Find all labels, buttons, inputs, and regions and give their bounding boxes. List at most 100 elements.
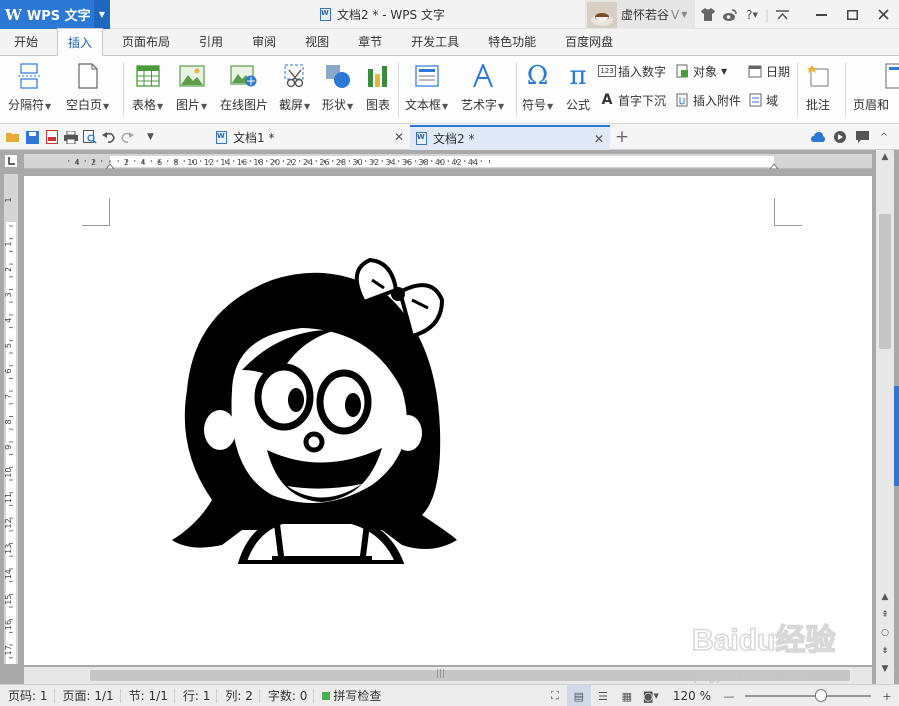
- drop-cap-button[interactable]: A 首字下沉: [599, 90, 666, 110]
- tab-stop-selector[interactable]: [4, 154, 18, 168]
- field-button[interactable]: 域: [747, 90, 778, 110]
- scroll-up-icon[interactable]: ▲: [876, 150, 894, 164]
- ruler-label: 14: [4, 569, 13, 579]
- window-title-text: 文档2 * - WPS 文字: [337, 8, 445, 22]
- wordart-button[interactable]: 艺术字▼: [461, 60, 504, 113]
- table-button[interactable]: 表格▼: [132, 60, 163, 113]
- zoom-out-icon[interactable]: —: [717, 685, 741, 706]
- tab-8[interactable]: 特色功能: [478, 28, 546, 55]
- tab-0[interactable]: 开始: [4, 28, 48, 55]
- horizontal-scrollbar[interactable]: |||: [24, 667, 872, 684]
- horizontal-ruler[interactable]: 4 2 2 4 6 8 10 12 14 16 18 20 22 24 26 28 30 32 34 36 38 40 42…: [24, 154, 872, 169]
- close-icon[interactable]: ✕: [594, 132, 604, 146]
- user-account[interactable]: 虚怀若谷 V ▼: [585, 0, 695, 29]
- select-browse-object-icon[interactable]: ○: [876, 626, 894, 640]
- print-icon[interactable]: [61, 124, 80, 150]
- scroll-down-icon[interactable]: ▼: [876, 662, 894, 676]
- symbol-button[interactable]: Ω 符号▼: [522, 60, 553, 113]
- page-break-button[interactable]: 分隔符▼: [8, 60, 51, 113]
- share-icon[interactable]: [829, 124, 851, 150]
- web-view-icon[interactable]: ▦: [615, 685, 639, 706]
- close-icon[interactable]: ✕: [394, 130, 404, 144]
- fullscreen-icon[interactable]: ⛶: [543, 685, 567, 706]
- export-pdf-icon[interactable]: [42, 124, 61, 150]
- app-menu-button[interactable]: W WPS 文字 ▼: [0, 0, 110, 29]
- insert-number-button[interactable]: 123 插入数字: [598, 61, 666, 81]
- comment-bubble-icon[interactable]: [851, 124, 873, 150]
- customize-qat-icon[interactable]: ▼: [141, 124, 160, 150]
- tab-7[interactable]: 开发工具: [401, 28, 469, 55]
- tab-9[interactable]: 百度网盘: [555, 28, 623, 55]
- document-tab[interactable]: 文档1 * ✕: [210, 125, 410, 150]
- picture-button[interactable]: 图片▼: [176, 60, 207, 113]
- screenshot-button[interactable]: 截屏▼: [279, 60, 310, 113]
- wps-writer-window: W WPS 文字 ▼ 文档2 * - WPS 文字 虚怀若谷 V ▼: [0, 0, 899, 706]
- tab-2[interactable]: 页面布局: [112, 28, 180, 55]
- next-page-icon[interactable]: ⇟: [876, 644, 894, 658]
- zoom-slider-knob[interactable]: [814, 689, 827, 702]
- maximize-button[interactable]: [837, 0, 868, 29]
- document-tab[interactable]: 文档2 * ✕: [410, 125, 610, 150]
- open-folder-icon[interactable]: [4, 124, 23, 150]
- tab-6[interactable]: 章节: [348, 28, 392, 55]
- online-picture-button[interactable]: 在线图片: [220, 60, 268, 113]
- avatar[interactable]: [587, 2, 617, 28]
- chevron-down-icon[interactable]: ▼: [681, 10, 687, 19]
- ruler-label: 12: [4, 518, 13, 528]
- zoom-in-icon[interactable]: +: [875, 685, 899, 706]
- ruler-label: 4: [4, 318, 13, 323]
- previous-page-icon[interactable]: ⇞: [876, 608, 894, 622]
- tab-4[interactable]: 审阅: [242, 28, 286, 55]
- table-label: 表格: [132, 98, 157, 112]
- zoom-level[interactable]: 120 %: [673, 689, 711, 703]
- tab-1[interactable]: 插入: [57, 28, 104, 56]
- comment-button[interactable]: 批注: [806, 60, 830, 113]
- attachment-button[interactable]: 插入附件: [674, 90, 741, 110]
- blank-page-button[interactable]: 空白页▼: [66, 60, 109, 113]
- tab-3[interactable]: 引用: [189, 28, 233, 55]
- scroll-up-icon[interactable]: ▲: [876, 590, 894, 604]
- collapse-ribbon-icon[interactable]: [771, 0, 793, 29]
- zoom-slider[interactable]: [745, 685, 871, 706]
- outline-view-icon[interactable]: ☰: [591, 685, 615, 706]
- side-panel-toggle[interactable]: [894, 386, 899, 486]
- date-button[interactable]: 日期: [747, 61, 790, 81]
- scroll-grip-icon: |||: [436, 669, 446, 679]
- equation-button[interactable]: π 公式: [566, 60, 590, 113]
- spell-check-toggle[interactable]: 拼写检查: [314, 689, 387, 703]
- save-icon[interactable]: [23, 124, 42, 150]
- redo-icon[interactable]: [118, 124, 137, 150]
- new-tab-button[interactable]: +: [612, 124, 632, 150]
- chart-button[interactable]: 图表: [366, 60, 390, 113]
- shapes-button[interactable]: 形状▼: [322, 60, 353, 113]
- page-count[interactable]: 页面: 1/1: [55, 688, 121, 703]
- print-preview-icon[interactable]: [80, 124, 99, 150]
- close-button[interactable]: [868, 0, 899, 29]
- section-indicator[interactable]: 节: 1/1: [121, 688, 175, 703]
- minimize-button[interactable]: [806, 0, 837, 29]
- scroll-thumb[interactable]: [879, 214, 891, 349]
- page-view-icon[interactable]: ▤: [566, 685, 591, 706]
- help-icon[interactable]: ? ▼: [741, 0, 763, 29]
- spell-check-icon: [322, 691, 331, 700]
- scroll-thumb[interactable]: [90, 670, 850, 681]
- status-bar: 页码: 1 页面: 1/1 节: 1/1 行: 1 列: 2 字数: 0 拼写检…: [0, 684, 899, 706]
- row-indicator: 行: 1: [175, 688, 218, 703]
- object-button[interactable]: 对象 ▼: [674, 61, 727, 81]
- vertical-scrollbar[interactable]: ▲ ▲ ⇞ ○ ⇟ ▼: [876, 150, 894, 684]
- weibo-icon[interactable]: [719, 0, 741, 29]
- word-count[interactable]: 字数: 0: [260, 688, 315, 703]
- textbox-button[interactable]: 文本框▼: [405, 60, 448, 113]
- more-chevron-icon[interactable]: ^: [873, 124, 895, 150]
- cloud-sync-icon[interactable]: [807, 124, 829, 150]
- header-footer-button[interactable]: 页眉和: [853, 60, 899, 113]
- chevron-down-icon[interactable]: ▼: [94, 0, 110, 29]
- undo-icon[interactable]: [99, 124, 118, 150]
- cartoon-girl-image[interactable]: [172, 240, 462, 573]
- skin-shirt-icon[interactable]: [697, 0, 719, 29]
- vertical-ruler[interactable]: 1 1 2 3 4 5 6 7 8 9 10 11 12 13 14 15 16 17: [4, 174, 18, 664]
- reading-view-icon[interactable]: ◙ ▼: [639, 685, 663, 706]
- document-page[interactable]: [24, 176, 872, 665]
- tab-5[interactable]: 视图: [295, 28, 339, 55]
- page-number[interactable]: 页码: 1: [0, 688, 55, 703]
